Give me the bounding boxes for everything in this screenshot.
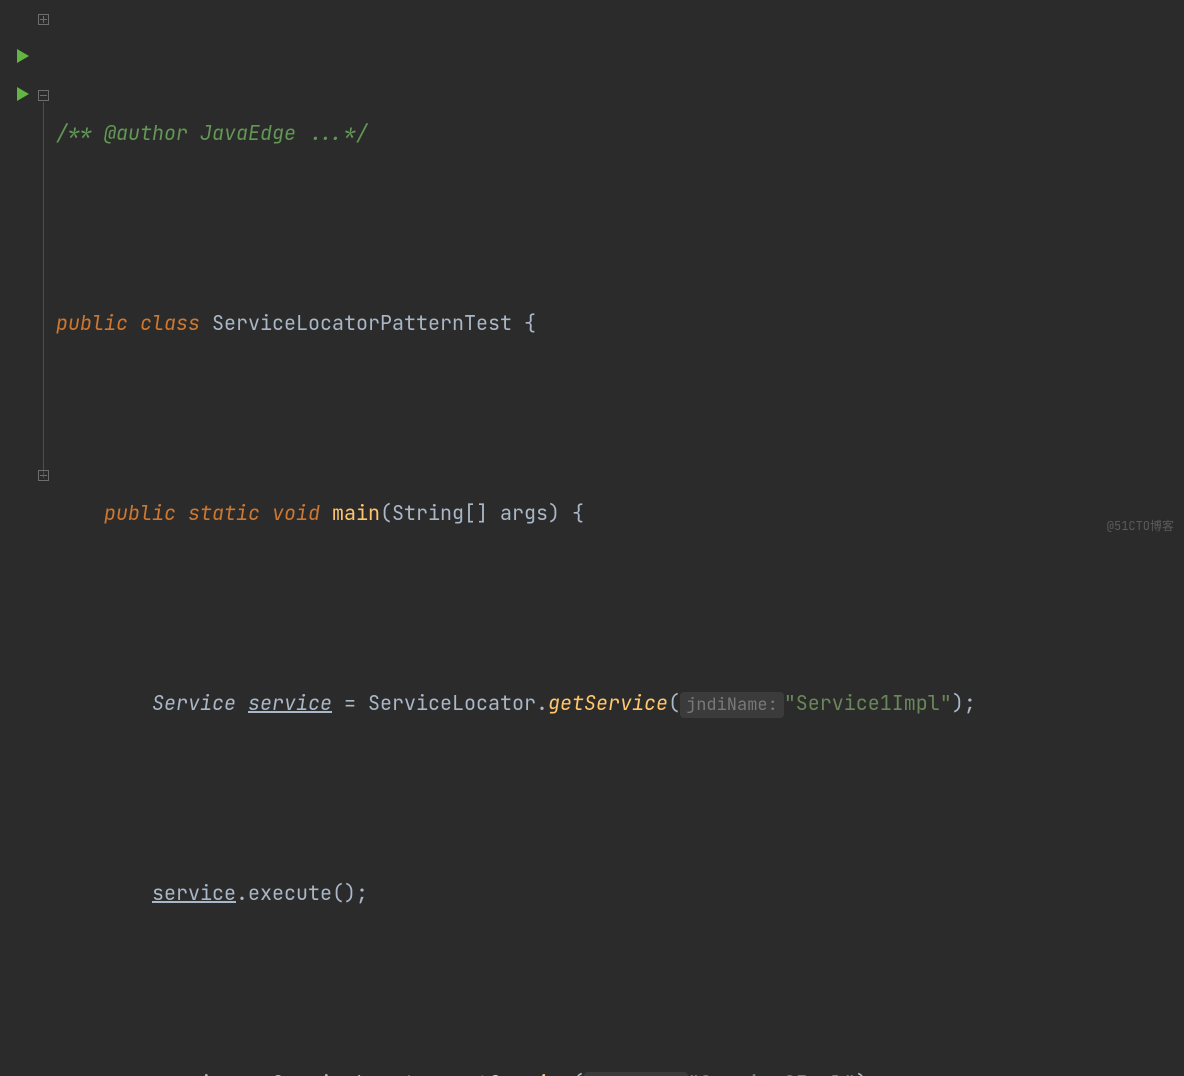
string-literal: "Service2Impl" xyxy=(688,1070,856,1076)
keyword-public: public xyxy=(56,310,128,336)
paren-open: ( xyxy=(668,690,680,716)
code-line: service = ServiceLocator.getService(jndi… xyxy=(56,1064,1184,1076)
paren-open: ( xyxy=(572,1070,584,1076)
keyword-static: static xyxy=(188,500,260,526)
semicolon: ; xyxy=(868,1070,880,1076)
var-service: service xyxy=(152,880,236,906)
semicolon: ; xyxy=(964,690,976,716)
gutter xyxy=(0,0,52,538)
fold-expand-icon[interactable] xyxy=(38,14,49,25)
code-area[interactable]: /** @author JavaEdge ...*/ public class … xyxy=(52,0,1184,538)
method-name: main xyxy=(332,500,380,526)
paren-close: ) xyxy=(856,1070,868,1076)
method-getservice: getService xyxy=(452,1070,572,1076)
param-hint: jndiName: xyxy=(680,692,784,718)
watermark: @51CTO博客 xyxy=(1107,520,1174,532)
var-service: service xyxy=(152,1070,236,1076)
paren-close: ) xyxy=(548,500,560,526)
dot: . xyxy=(236,880,248,906)
code-line: Service service = ServiceLocator.getServ… xyxy=(56,684,1184,722)
equals: = xyxy=(344,690,356,716)
code-line: service.execute(); xyxy=(56,874,1184,912)
keyword-public: public xyxy=(104,500,176,526)
type-service: Service xyxy=(152,690,236,716)
fold-guide xyxy=(43,102,44,478)
locator-class: ServiceLocator xyxy=(272,1070,440,1076)
code-line: public class ServiceLocatorPatternTest { xyxy=(56,304,1184,342)
keyword-void: void xyxy=(272,500,320,526)
code-line: /** @author JavaEdge ...*/ xyxy=(56,114,1184,152)
code-line: public static void main(String[] args) { xyxy=(56,494,1184,532)
brace-open: { xyxy=(524,310,536,336)
run-method-icon[interactable] xyxy=(14,85,32,103)
dot: . xyxy=(536,690,548,716)
parens: () xyxy=(332,880,356,906)
paren-open: ( xyxy=(380,500,392,526)
paren-close: ) xyxy=(952,690,964,716)
fold-collapse-icon[interactable] xyxy=(38,90,49,101)
keyword-class: class xyxy=(140,310,200,336)
semicolon: ; xyxy=(356,880,368,906)
class-name: ServiceLocatorPatternTest xyxy=(212,310,512,336)
method-getservice: getService xyxy=(548,690,668,716)
dot: . xyxy=(440,1070,452,1076)
param-hint: jndiName: xyxy=(584,1072,688,1076)
fold-end-icon[interactable] xyxy=(38,470,49,481)
brace-open: { xyxy=(572,500,584,526)
code-editor[interactable]: /** @author JavaEdge ...*/ public class … xyxy=(0,0,1184,538)
param-name: args xyxy=(500,500,548,526)
method-execute: execute xyxy=(248,880,332,906)
equals: = xyxy=(248,1070,260,1076)
param-type: String xyxy=(392,500,464,526)
run-class-icon[interactable] xyxy=(14,47,32,65)
locator-class: ServiceLocator xyxy=(368,690,536,716)
brackets: [] xyxy=(464,500,488,526)
javadoc: /** @author JavaEdge ...*/ xyxy=(56,120,368,146)
string-literal: "Service1Impl" xyxy=(784,690,952,716)
var-service: service xyxy=(248,690,332,716)
